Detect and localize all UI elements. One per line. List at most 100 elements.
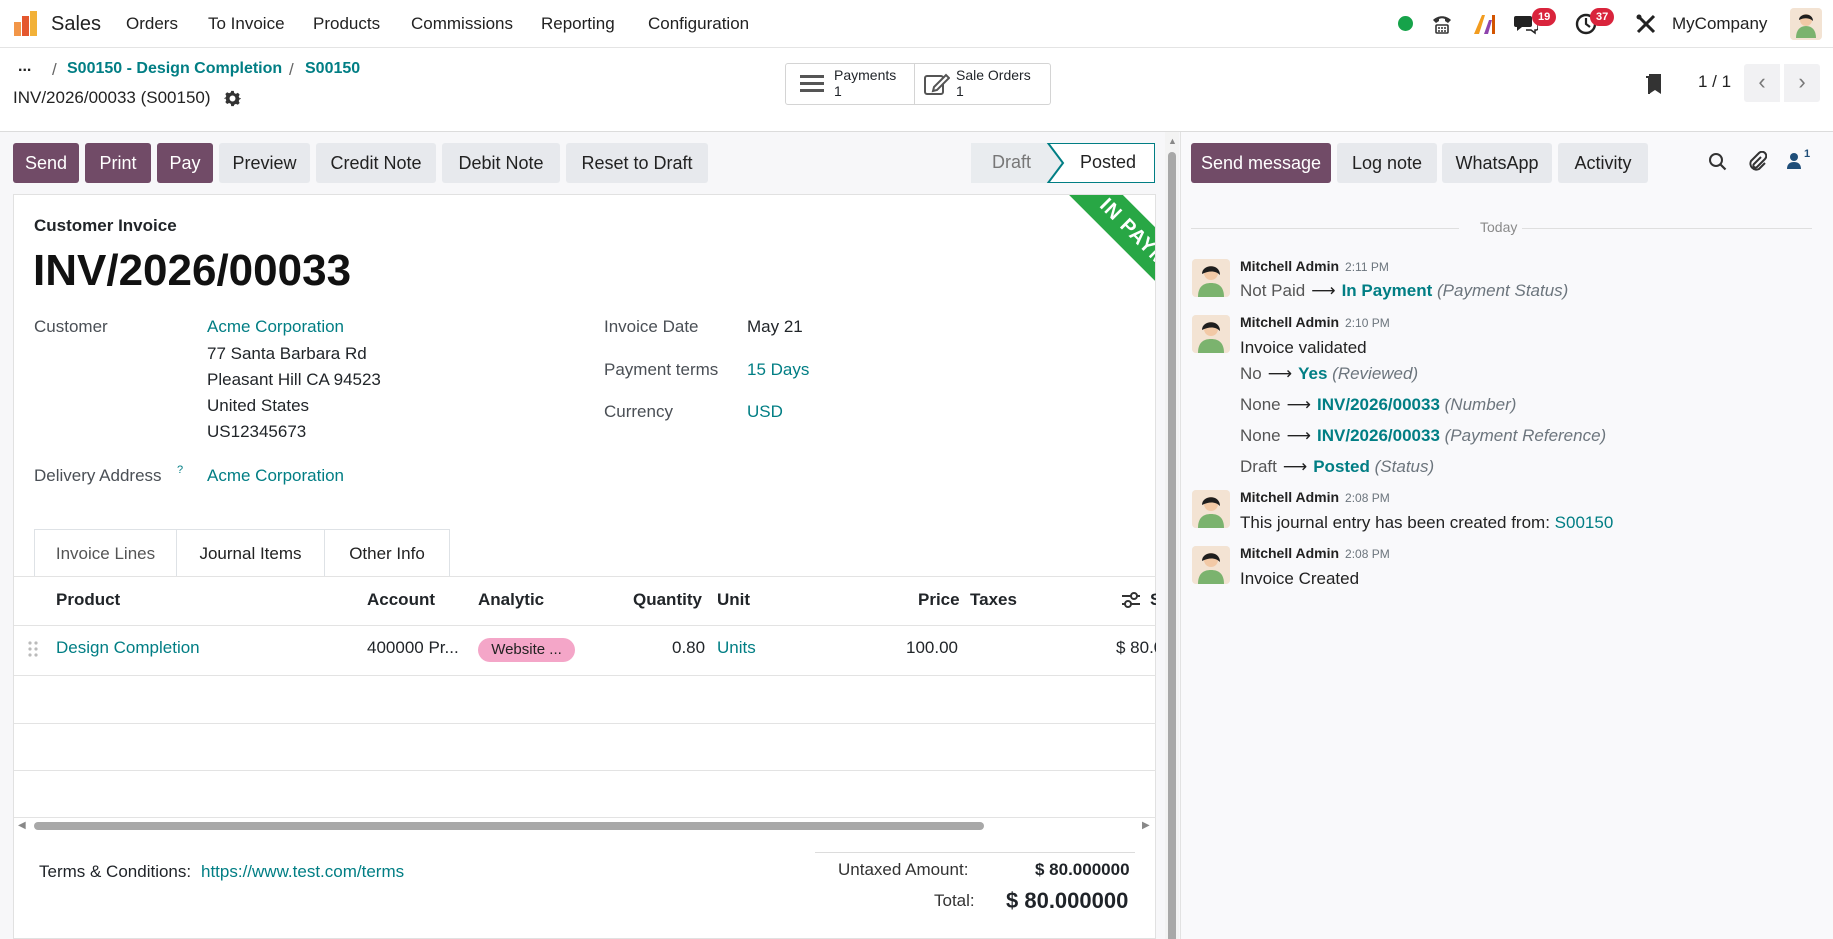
author-name[interactable]: Mitchell Admin — [1240, 314, 1339, 330]
tab-invoice-lines[interactable]: Invoice Lines — [34, 529, 177, 577]
menu-to-invoice[interactable]: To Invoice — [208, 0, 285, 48]
date-separator: Today — [1480, 219, 1518, 235]
whatsapp-button[interactable]: WhatsApp — [1442, 143, 1552, 183]
payment-terms-field[interactable]: 15 Days — [747, 360, 809, 380]
menu-reporting[interactable]: Reporting — [541, 0, 615, 48]
col-price[interactable]: Price — [918, 590, 960, 610]
breadcrumb-order-ref[interactable]: S00150 — [305, 60, 360, 78]
delivery-address-label: Delivery Address — [34, 466, 162, 485]
payments-smart-button[interactable]: Payments 1 — [785, 63, 915, 105]
status-draft[interactable]: Draft — [992, 152, 1031, 173]
scroll-left-arrow-icon[interactable]: ◀ — [18, 820, 26, 831]
col-quantity[interactable]: Quantity — [633, 590, 702, 610]
message-author[interactable]: Mitchell Admin 2:10 PM — [1240, 314, 1390, 330]
arrow-right-icon: ⟶ — [1311, 281, 1336, 300]
customer-field[interactable]: Acme Corporation — [207, 317, 344, 337]
currency-field[interactable]: USD — [747, 402, 783, 422]
pager-next-button[interactable]: › — [1784, 64, 1820, 102]
menu-configuration[interactable]: Configuration — [648, 0, 749, 48]
followers-count: 1 — [1804, 148, 1811, 160]
user-avatar[interactable] — [1790, 8, 1822, 40]
scrollbar-thumb-vertical[interactable] — [1168, 152, 1176, 939]
line-price[interactable]: 100.00 — [906, 638, 958, 658]
bookmark-icon[interactable] — [1644, 72, 1664, 101]
send-button[interactable]: Send — [13, 143, 79, 183]
col-subtotal[interactable]: S — [1150, 590, 1156, 610]
currency-label: Currency — [604, 402, 673, 421]
col-analytic[interactable]: Analytic — [478, 590, 544, 610]
pager-value[interactable]: 1 / 1 — [1698, 72, 1731, 92]
debit-note-button[interactable]: Debit Note — [442, 143, 560, 183]
top-navbar: Sales Orders To Invoice Products Commiss… — [0, 0, 1833, 48]
status-posted[interactable]: Posted — [1080, 152, 1136, 173]
author-name[interactable]: Mitchell Admin — [1240, 489, 1339, 505]
print-button[interactable]: Print — [85, 143, 151, 183]
scroll-up-arrow-icon[interactable]: ▲ — [1168, 136, 1177, 146]
line-analytic-tag[interactable]: Website ... — [478, 638, 575, 662]
breadcrumb-ellipsis[interactable]: ... — [18, 58, 31, 76]
activity-button[interactable]: Activity — [1558, 143, 1648, 183]
send-message-button[interactable]: Send message — [1191, 143, 1331, 183]
tracking-change: Draft ⟶ Posted (Status) — [1240, 457, 1434, 477]
menu-commissions[interactable]: Commissions — [411, 0, 513, 48]
author-name[interactable]: Mitchell Admin — [1240, 258, 1339, 274]
invoice-type: Customer Invoice — [34, 216, 177, 235]
ai-icon[interactable] — [1472, 12, 1496, 41]
optional-columns-icon[interactable] — [1121, 591, 1141, 614]
tab-journal-items[interactable]: Journal Items — [177, 529, 325, 577]
line-account[interactable]: 400000 Pr... — [367, 638, 459, 658]
message-author[interactable]: Mitchell Admin 2:08 PM — [1240, 545, 1390, 561]
reset-to-draft-button[interactable]: Reset to Draft — [566, 143, 708, 183]
drag-handle-icon[interactable] — [27, 640, 39, 663]
line-unit[interactable]: Units — [717, 638, 756, 658]
app-logo-icon[interactable] — [12, 10, 40, 38]
sale-orders-smart-button[interactable]: Sale Orders 1 — [915, 63, 1051, 105]
untaxed-value: $ 80.000000 — [1035, 860, 1130, 879]
invoice-date-field[interactable]: May 21 — [747, 317, 803, 337]
delivery-address-field[interactable]: Acme Corporation — [207, 466, 344, 486]
tab-other-info[interactable]: Other Info — [325, 529, 450, 577]
terms-link[interactable]: https://www.test.com/terms — [201, 862, 404, 882]
phone-icon[interactable] — [1430, 12, 1454, 41]
app-name[interactable]: Sales — [51, 0, 101, 48]
search-icon[interactable] — [1708, 152, 1728, 177]
scroll-right-arrow-icon[interactable]: ▶ — [1142, 820, 1150, 831]
avatar[interactable] — [1192, 546, 1230, 584]
payments-label: Payments — [834, 67, 897, 83]
old-value: Draft — [1240, 457, 1277, 476]
vertical-scrollbar[interactable]: ▲ — [1165, 132, 1179, 939]
company-switcher[interactable]: MyCompany — [1672, 0, 1767, 48]
delivery-help-icon[interactable]: ? — [177, 464, 183, 476]
total-label: Total: — [934, 891, 975, 910]
col-product[interactable]: Product — [56, 590, 120, 610]
line-quantity[interactable]: 0.80 — [672, 638, 705, 658]
totals-top-border — [815, 852, 1135, 853]
message-author[interactable]: Mitchell Admin 2:11 PM — [1240, 258, 1389, 274]
avatar[interactable] — [1192, 490, 1230, 528]
pager-previous-button[interactable]: ‹ — [1744, 64, 1780, 102]
col-unit[interactable]: Unit — [717, 590, 750, 610]
author-name[interactable]: Mitchell Admin — [1240, 545, 1339, 561]
log-note-button[interactable]: Log note — [1337, 143, 1437, 183]
row-divider — [14, 675, 1156, 676]
followers-icon[interactable] — [1786, 152, 1802, 175]
debug-tools-icon[interactable] — [1635, 13, 1657, 40]
preview-button[interactable]: Preview — [219, 143, 310, 183]
attachment-paperclip-icon[interactable] — [1747, 150, 1768, 178]
avatar[interactable] — [1192, 315, 1230, 353]
horizontal-scrollbar[interactable]: ◀ ▶ — [14, 818, 1156, 834]
col-account[interactable]: Account — [367, 590, 435, 610]
field-name: (Payment Reference) — [1444, 426, 1607, 445]
source-order-link[interactable]: S00150 — [1555, 513, 1614, 532]
menu-orders[interactable]: Orders — [126, 0, 178, 48]
line-product[interactable]: Design Completion — [56, 638, 200, 658]
credit-note-button[interactable]: Credit Note — [316, 143, 436, 183]
menu-products[interactable]: Products — [313, 0, 380, 48]
col-taxes[interactable]: Taxes — [970, 590, 1017, 610]
scrollbar-thumb[interactable] — [34, 822, 984, 830]
record-settings-gear-icon[interactable] — [223, 90, 242, 112]
pay-button[interactable]: Pay — [157, 143, 213, 183]
avatar[interactable] — [1192, 259, 1230, 297]
breadcrumb-sale-order[interactable]: S00150 - Design Completion — [67, 60, 282, 78]
message-author[interactable]: Mitchell Admin 2:08 PM — [1240, 489, 1390, 505]
